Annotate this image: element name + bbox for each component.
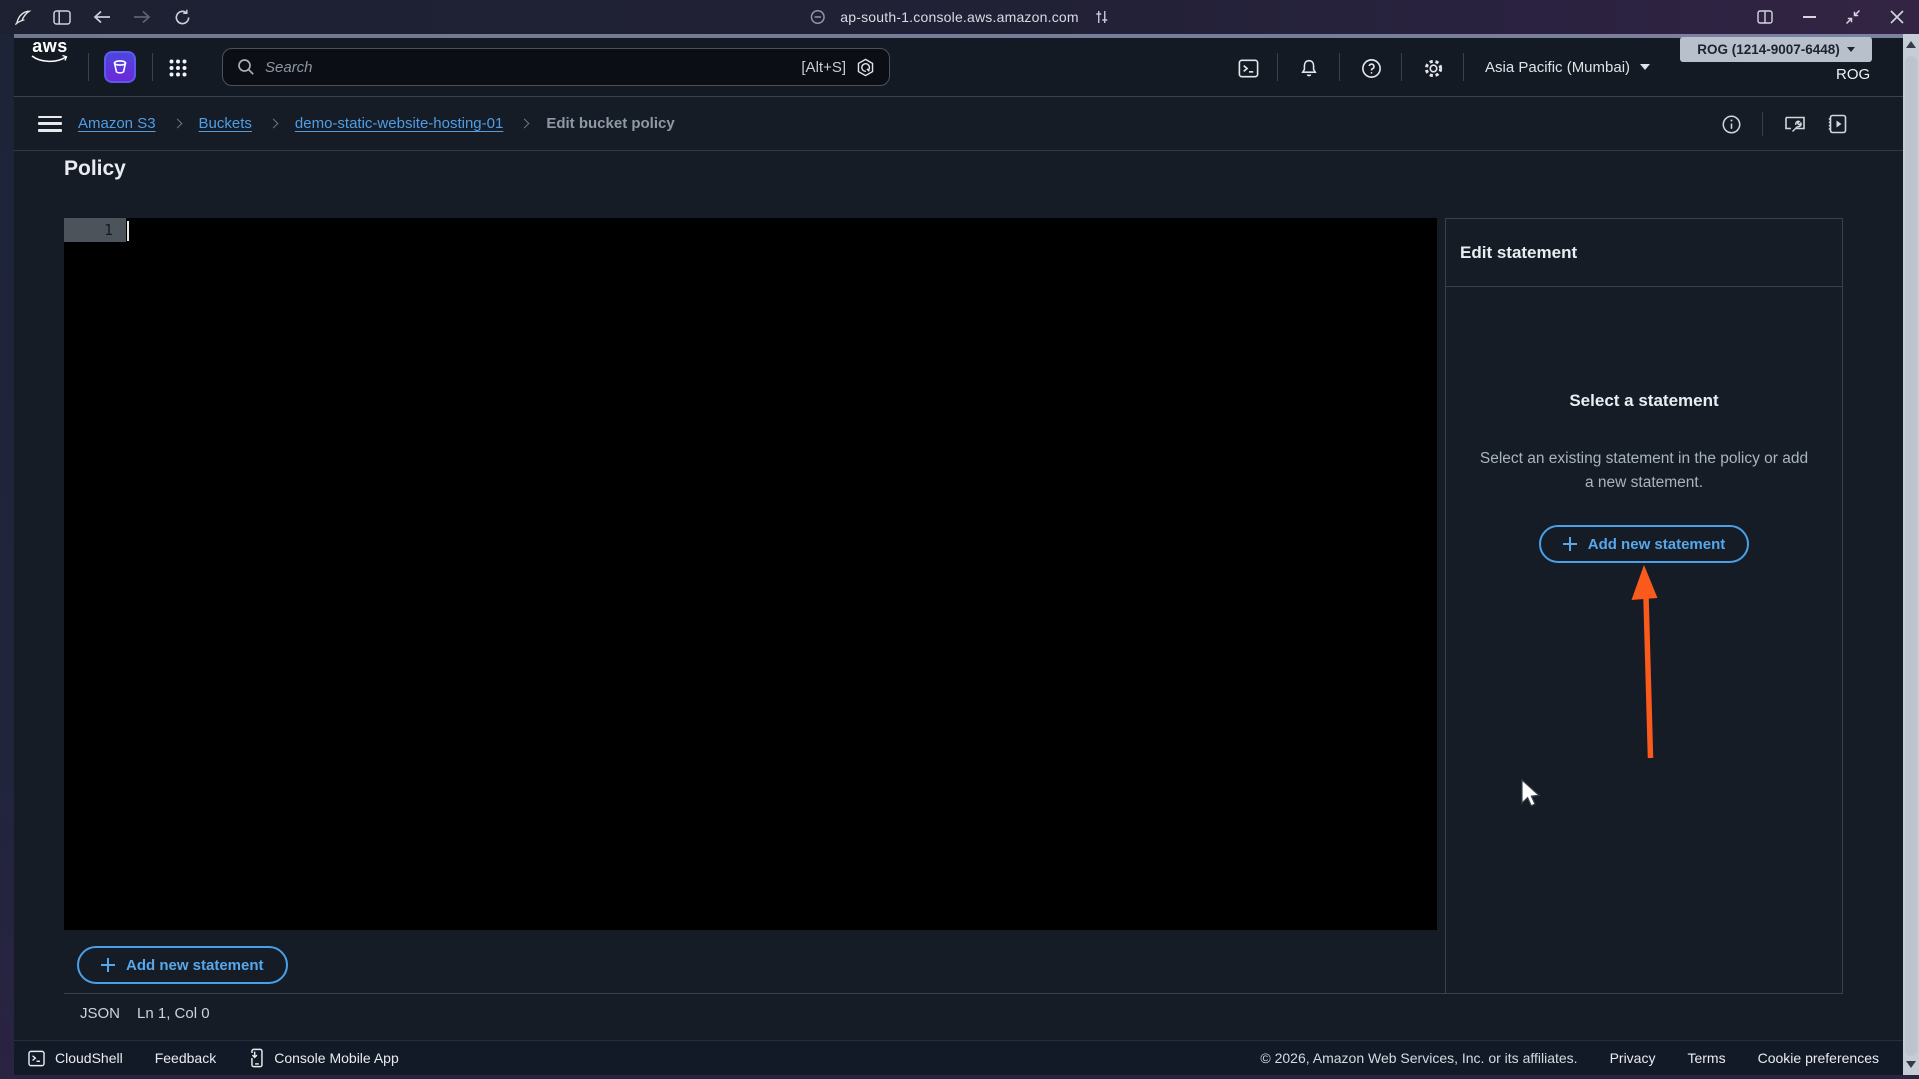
mobile-app-label: Console Mobile App bbox=[274, 1050, 399, 1066]
add-new-statement-label: Add new statement bbox=[1588, 536, 1726, 553]
policy-json-editor[interactable]: 1 bbox=[64, 218, 1437, 930]
aws-logo[interactable]: aws bbox=[30, 38, 70, 96]
editor-status-bar: JSON Ln 1, Col 0 bbox=[80, 1005, 210, 1022]
help-icon[interactable] bbox=[1359, 56, 1383, 80]
breadcrumb-link-buckets[interactable]: Buckets bbox=[199, 115, 252, 132]
close-icon[interactable] bbox=[1887, 7, 1907, 27]
browser-left-edge bbox=[0, 34, 14, 1075]
forward-icon[interactable] bbox=[132, 7, 152, 27]
account-name[interactable]: ROG bbox=[1836, 66, 1870, 83]
footer-feedback[interactable]: Feedback bbox=[155, 1050, 216, 1066]
empty-state-description: Select an existing statement in the poli… bbox=[1479, 447, 1809, 495]
page-title: Policy bbox=[64, 157, 126, 181]
panel-empty-state: Select a statement Select an existing st… bbox=[1446, 287, 1842, 563]
s3-bucket-icon bbox=[109, 56, 131, 78]
chevron-right-icon bbox=[268, 119, 278, 129]
region-selector[interactable]: Asia Pacific (Mumbai) bbox=[1485, 38, 1650, 96]
editor-text-cursor bbox=[127, 221, 129, 241]
scrollbar-thumb[interactable] bbox=[1905, 56, 1917, 1056]
amazon-q-icon bbox=[856, 58, 875, 77]
minimize-icon[interactable] bbox=[1799, 7, 1819, 27]
search-icon bbox=[237, 58, 255, 76]
nav-divider bbox=[1401, 53, 1402, 81]
s3-service-icon[interactable] bbox=[104, 51, 136, 83]
cloudshell-icon bbox=[27, 1049, 46, 1068]
restore-window-icon[interactable] bbox=[1843, 7, 1863, 27]
browser-app-icon[interactable] bbox=[12, 7, 32, 27]
aws-logo-text: aws bbox=[32, 38, 68, 54]
footer-link-terms[interactable]: Terms bbox=[1687, 1050, 1725, 1066]
search-input[interactable] bbox=[265, 59, 791, 76]
cloudshell-icon[interactable] bbox=[1236, 56, 1260, 80]
breadcrumb-link-bucket-name[interactable]: demo-static-website-hosting-01 bbox=[295, 115, 503, 132]
chevron-right-icon bbox=[172, 119, 182, 129]
breadcrumb-current-page: Edit bucket policy bbox=[546, 115, 674, 132]
global-search[interactable]: [Alt+S] bbox=[222, 48, 890, 86]
empty-state-title: Select a statement bbox=[1446, 391, 1842, 411]
cloudshell-label: CloudShell bbox=[55, 1050, 123, 1066]
plus-icon bbox=[1563, 537, 1577, 551]
editor-footer-divider bbox=[64, 993, 1843, 994]
sidebar-toggle-icon[interactable] bbox=[52, 7, 72, 27]
console-footer: CloudShell Feedback Console Mobile App ©… bbox=[14, 1040, 1903, 1075]
plus-icon bbox=[101, 958, 115, 972]
notifications-bell-icon[interactable] bbox=[1297, 56, 1321, 80]
mobile-app-icon bbox=[248, 1048, 265, 1068]
side-panel-icon[interactable] bbox=[1827, 113, 1849, 135]
footer-link-privacy[interactable]: Privacy bbox=[1610, 1050, 1656, 1066]
site-info-icon[interactable] bbox=[807, 7, 827, 27]
editor-language-label: JSON bbox=[80, 1005, 120, 1022]
chevron-right-icon bbox=[520, 119, 530, 129]
nav-divider bbox=[1463, 53, 1464, 81]
url-settings-icon[interactable] bbox=[1092, 7, 1112, 27]
footer-mobile-app[interactable]: Console Mobile App bbox=[248, 1048, 399, 1068]
add-new-statement-label: Add new statement bbox=[126, 957, 264, 974]
editor-line-number: 1 bbox=[64, 218, 126, 242]
cloudshell-tools-icon[interactable] bbox=[1783, 113, 1807, 135]
edit-statement-panel: Edit statement Select a statement Select… bbox=[1445, 218, 1843, 993]
back-icon[interactable] bbox=[92, 7, 112, 27]
aws-navbar: aws [Al bbox=[14, 38, 1903, 97]
nav-divider bbox=[1339, 53, 1340, 81]
footer-cloudshell[interactable]: CloudShell bbox=[27, 1049, 123, 1068]
chevron-down-icon bbox=[1640, 64, 1650, 70]
account-menu-badge[interactable]: ROG (1214-9007-6448) bbox=[1680, 37, 1872, 62]
panel-title: Edit statement bbox=[1446, 219, 1842, 287]
browser-bottom-edge bbox=[0, 1075, 1919, 1079]
breadcrumb-bar: Amazon S3 Buckets demo-static-website-ho… bbox=[14, 97, 1903, 151]
reload-icon[interactable] bbox=[172, 7, 192, 27]
editor-cursor-position: Ln 1, Col 0 bbox=[137, 1005, 210, 1022]
tools-divider bbox=[1762, 112, 1763, 136]
browser-titlebar: ap-south-1.console.aws.amazon.com bbox=[0, 0, 1919, 34]
nav-divider bbox=[1277, 53, 1278, 81]
breadcrumb-link-amazon-s3[interactable]: Amazon S3 bbox=[78, 115, 156, 132]
add-new-statement-button-editor[interactable]: Add new statement bbox=[77, 946, 288, 984]
hamburger-menu-icon[interactable] bbox=[38, 116, 62, 132]
browser-window: ap-south-1.console.aws.amazon.com bbox=[0, 0, 1919, 1079]
services-grid-icon[interactable] bbox=[166, 56, 190, 80]
url-bar[interactable]: ap-south-1.console.aws.amazon.com bbox=[840, 9, 1079, 25]
feedback-label: Feedback bbox=[155, 1050, 216, 1066]
add-new-statement-button-panel[interactable]: Add new statement bbox=[1539, 525, 1750, 563]
split-view-icon[interactable] bbox=[1755, 7, 1775, 27]
scroll-up-arrow[interactable] bbox=[1906, 41, 1916, 48]
scroll-down-arrow[interactable] bbox=[1906, 1061, 1916, 1068]
info-icon[interactable] bbox=[1721, 114, 1742, 135]
search-shortcut-hint: [Alt+S] bbox=[801, 59, 846, 76]
chevron-down-icon bbox=[1847, 47, 1855, 52]
aws-smile-icon bbox=[30, 54, 70, 64]
region-label: Asia Pacific (Mumbai) bbox=[1485, 59, 1630, 76]
account-badge-label: ROG (1214-9007-6448) bbox=[1697, 42, 1840, 57]
nav-divider bbox=[152, 53, 153, 81]
copyright-text: © 2026, Amazon Web Services, Inc. or its… bbox=[1260, 1050, 1577, 1066]
footer-link-cookie-preferences[interactable]: Cookie preferences bbox=[1758, 1050, 1879, 1066]
page-scrollbar[interactable] bbox=[1903, 34, 1919, 1075]
nav-divider bbox=[88, 53, 89, 81]
settings-gear-icon[interactable] bbox=[1421, 56, 1445, 80]
